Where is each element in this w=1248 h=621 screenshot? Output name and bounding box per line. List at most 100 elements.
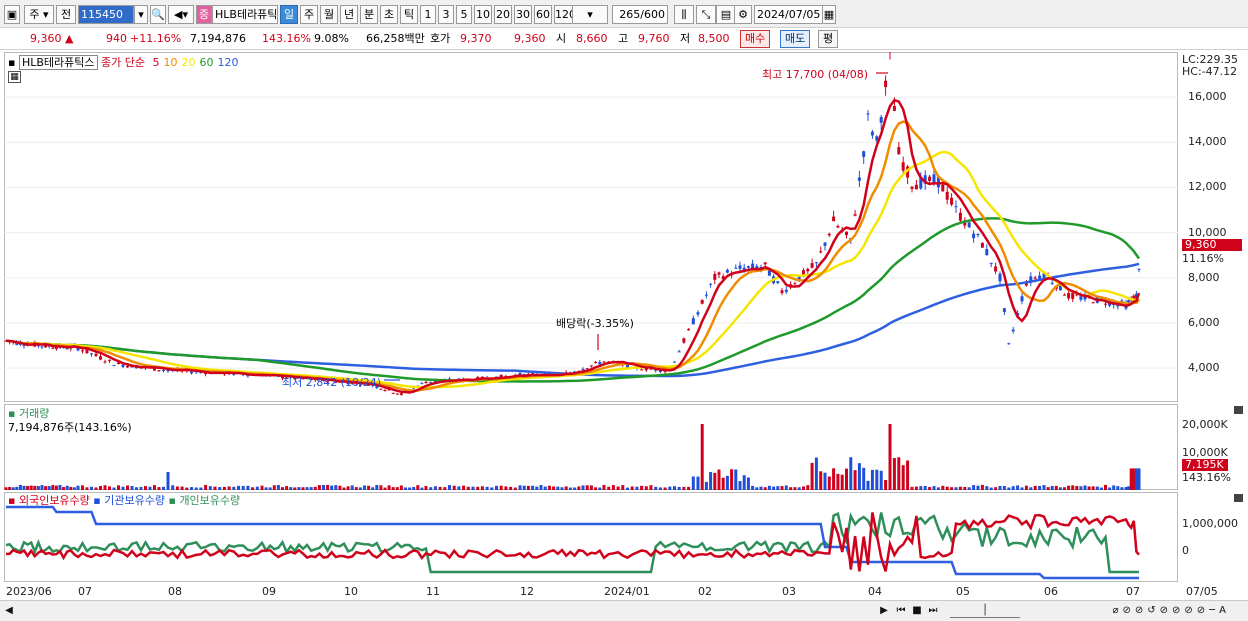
dividend-annotation: 배당락(-3.35%) — [556, 317, 634, 330]
volume-ratio: 143.16% — [262, 32, 311, 45]
period-tab-5[interactable]: 초 — [380, 5, 398, 24]
volume-bar-37 — [153, 485, 156, 490]
x-label-9: 03 — [782, 585, 796, 598]
volume-bar-181 — [784, 485, 788, 490]
first-page-icon[interactable]: ⏮ — [894, 604, 908, 618]
volume-bar-1 — [8, 487, 12, 490]
save-icon[interactable]: ▤ — [716, 5, 736, 24]
minute-option-1[interactable]: 3 — [438, 5, 454, 24]
code-dropdown-icon[interactable]: ▾ — [134, 5, 148, 24]
last-page-icon[interactable]: ⏭ — [926, 604, 940, 618]
window-menu-icon[interactable]: ▣ — [4, 5, 20, 24]
volume-bar-168 — [730, 469, 734, 490]
period-tab-2[interactable]: 월 — [320, 5, 338, 24]
volume-bar-221 — [958, 486, 962, 490]
candle-body-165 — [717, 272, 721, 275]
minute-option-5[interactable]: 30 — [514, 5, 532, 24]
volume-bar-44 — [185, 487, 189, 490]
volume-value: 7,194,876 — [190, 32, 246, 45]
volume-bar-30 — [121, 486, 125, 490]
minute-option-3[interactable]: 10 — [474, 5, 492, 24]
volume-bar-213 — [923, 485, 927, 490]
stock-code-input[interactable]: 115450 — [78, 5, 134, 24]
volume-bar-21 — [81, 485, 84, 490]
search-icon[interactable]: 🔍 — [150, 5, 166, 24]
minute-custom-select[interactable]: ▾ — [572, 5, 608, 24]
volume-bar-13 — [51, 485, 55, 490]
period-tab-3[interactable]: 년 — [340, 5, 358, 24]
volume-bar-46 — [194, 487, 198, 490]
candle-body-13 — [51, 347, 55, 349]
zoom-slider[interactable]: │ — [950, 604, 1020, 618]
volume-bar-252 — [1091, 486, 1095, 490]
candle-body-45 — [190, 371, 193, 374]
scrollbar[interactable]: ◀ ▶ ⏮ ■ ⏭ │ ⌀⊘⊘↺⊘⊘⊘⊘─A — [0, 600, 1248, 621]
volume-bar-123 — [531, 485, 535, 490]
volume-bar-231 — [1002, 486, 1006, 490]
volume-bar-230 — [998, 485, 1002, 490]
candle-body-161 — [700, 299, 704, 304]
volume-bar-126 — [543, 486, 547, 490]
scroll-right-icon[interactable]: ▶ — [878, 604, 890, 618]
candle-body-238 — [1033, 277, 1037, 279]
volume-bar-217 — [941, 485, 945, 490]
candle-body-25 — [99, 356, 102, 360]
volume-bar-7 — [29, 485, 33, 490]
volume-bar-74 — [317, 485, 321, 490]
gear-icon[interactable]: ⚙ — [734, 5, 752, 24]
x-label-4: 10 — [344, 585, 358, 598]
market-type-select[interactable]: 주 ▾ — [24, 5, 54, 24]
draw-tools-icons[interactable]: ⌀⊘⊘↺⊘⊘⊘⊘─A — [1030, 604, 1230, 618]
table-view-icon[interactable]: ▦ — [8, 71, 21, 83]
calendar-icon[interactable]: ▦ — [822, 5, 836, 24]
volume-chart[interactable] — [4, 404, 1178, 490]
volume-bar-92 — [391, 487, 395, 490]
minute-option-2[interactable]: 5 — [456, 5, 472, 24]
minute-option-0[interactable]: 1 — [420, 5, 436, 24]
vol-close-icon[interactable] — [1234, 406, 1243, 414]
volume-bar-265 — [1137, 468, 1141, 490]
volume-bar-190 — [823, 472, 827, 490]
line-tool-icon[interactable]: ⤡ — [696, 5, 716, 24]
volume-bar-110 — [471, 486, 475, 490]
period-tab-1[interactable]: 주 — [300, 5, 318, 24]
volume-bar-95 — [404, 487, 407, 490]
sell-button[interactable]: 매도 — [780, 30, 811, 48]
stock-name-field[interactable]: HLB테라퓨틱 — [212, 5, 278, 24]
candle-body-201 — [870, 131, 874, 136]
volume-bar-56 — [241, 485, 245, 490]
speaker-icon[interactable]: ◀▾ — [168, 5, 194, 24]
count-input[interactable]: 265/600 — [612, 5, 668, 24]
minute-option-4[interactable]: 20 — [494, 5, 512, 24]
scroll-left-icon[interactable]: ◀ — [4, 604, 14, 618]
volume-bar-61 — [264, 487, 268, 490]
chart-type-icon[interactable]: ⫼ — [674, 5, 694, 24]
candle-body-183 — [793, 283, 797, 285]
volume-bar-23 — [90, 486, 93, 490]
date-input[interactable]: 2024/07/05 — [754, 5, 824, 24]
volume-bar-134 — [577, 486, 581, 490]
volume-bar-127 — [547, 485, 551, 490]
candle-body-163 — [709, 283, 713, 285]
period-tab-0[interactable]: 일 — [280, 5, 298, 24]
holdings-close-icon[interactable] — [1234, 494, 1243, 502]
price-chart[interactable] — [4, 52, 1178, 402]
volume-bar-244 — [1058, 487, 1062, 490]
open-label: 시 — [556, 32, 567, 45]
legend-foreign: ▪ 외국인보유수량 — [8, 494, 90, 507]
legend-toggle-icon[interactable]: ▪ — [8, 56, 15, 69]
volume-bar-94 — [399, 485, 403, 490]
eval-button[interactable]: 평 — [818, 30, 839, 48]
minute-option-6[interactable]: 60 — [534, 5, 552, 24]
volume-bar-41 — [171, 485, 175, 490]
candle-body-197 — [853, 214, 857, 216]
buy-button[interactable]: 매수 — [740, 30, 771, 48]
period-tab-6[interactable]: 틱 — [400, 5, 418, 24]
volume-bar-225 — [976, 485, 980, 490]
volume-bar-52 — [222, 486, 226, 490]
stop-icon[interactable]: ■ — [910, 604, 924, 618]
prev-button[interactable]: 전 — [56, 5, 76, 24]
volume-bar-137 — [589, 485, 593, 490]
candle-body-210 — [910, 186, 914, 189]
period-tab-4[interactable]: 분 — [360, 5, 378, 24]
